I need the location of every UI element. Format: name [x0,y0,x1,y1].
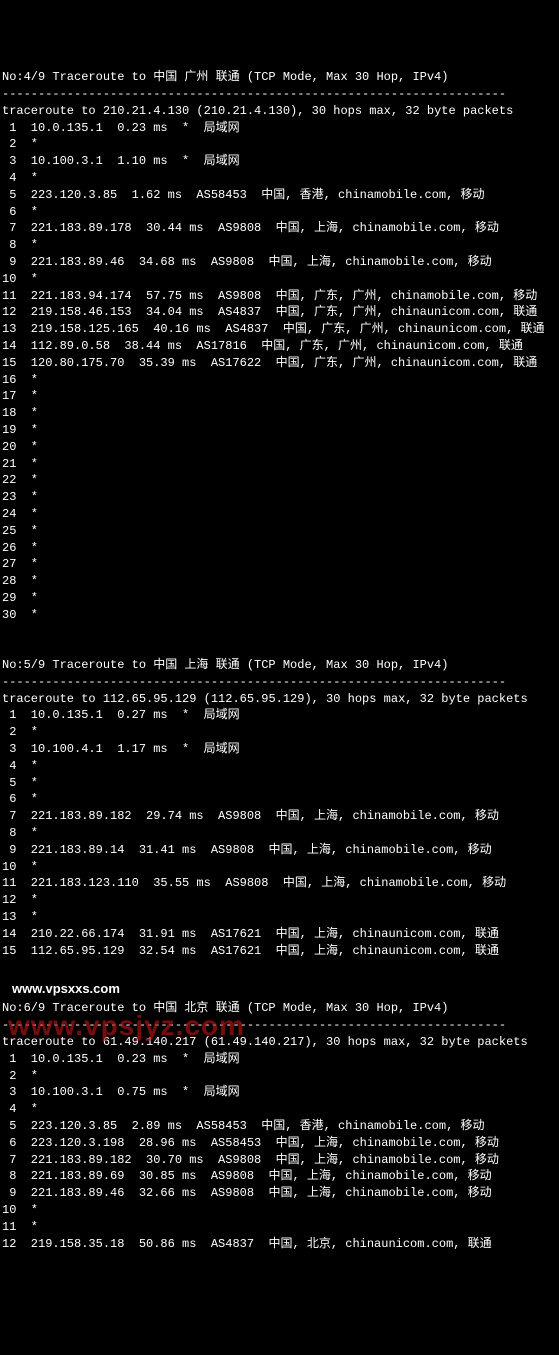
hop-line: 11 * [2,1219,557,1236]
hop-line: 27 * [2,556,557,573]
hop-line: 15 112.65.95.129 32.54 ms AS17621 中国, 上海… [2,943,557,960]
trace-header: No:4/9 Traceroute to 中国 广州 联通 (TCP Mode,… [2,69,557,86]
hop-line: 6 * [2,791,557,808]
blank-line [2,640,557,657]
watermark-text: www.vpsxxs.com [2,976,557,1000]
hop-line: 2 * [2,1068,557,1085]
hop-line: 8 * [2,825,557,842]
hop-line: 7 221.183.89.182 29.74 ms AS9808 中国, 上海,… [2,808,557,825]
hop-line: 4 * [2,1101,557,1118]
hop-line: 2 * [2,136,557,153]
hop-line: 14 210.22.66.174 31.91 ms AS17621 中国, 上海… [2,926,557,943]
hop-line: 21 * [2,456,557,473]
hop-line: 6 * [2,204,557,221]
hop-line: 9 221.183.89.46 32.66 ms AS9808 中国, 上海, … [2,1185,557,1202]
hop-line: 7 221.183.89.182 30.70 ms AS9808 中国, 上海,… [2,1152,557,1169]
hop-line: 7 221.183.89.178 30.44 ms AS9808 中国, 上海,… [2,220,557,237]
hop-line: 1 10.0.135.1 0.23 ms * 局域网 [2,120,557,137]
watermark-overlay: www.vpsjyz.com [8,1006,245,1045]
dash-line: ----------------------------------------… [2,86,557,103]
hop-line: 24 * [2,506,557,523]
hop-line: 10 * [2,271,557,288]
hop-line: 30 * [2,607,557,624]
hop-line: 11 221.183.94.174 57.75 ms AS9808 中国, 广东… [2,288,557,305]
hop-line: 14 112.89.0.58 38.44 ms AS17816 中国, 广东, … [2,338,557,355]
blank-line [2,959,557,976]
hop-line: 26 * [2,540,557,557]
hop-line: 1 10.0.135.1 0.23 ms * 局域网 [2,1051,557,1068]
hop-line: 29 * [2,590,557,607]
trace-target: traceroute to 210.21.4.130 (210.21.4.130… [2,103,557,120]
hop-line: 5 223.120.3.85 1.62 ms AS58453 中国, 香港, c… [2,187,557,204]
trace-target: traceroute to 112.65.95.129 (112.65.95.1… [2,691,557,708]
hop-line: 22 * [2,472,557,489]
hop-line: 5 * [2,775,557,792]
blank-line [2,623,557,640]
hop-line: 9 221.183.89.46 34.68 ms AS9808 中国, 上海, … [2,254,557,271]
hop-line: 4 * [2,170,557,187]
hop-line: 3 10.100.3.1 1.10 ms * 局域网 [2,153,557,170]
terminal-output: No:4/9 Traceroute to 中国 广州 联通 (TCP Mode,… [2,69,557,1252]
hop-line: 23 * [2,489,557,506]
hop-line: 9 221.183.89.14 31.41 ms AS9808 中国, 上海, … [2,842,557,859]
hop-line: 3 10.100.4.1 1.17 ms * 局域网 [2,741,557,758]
hop-line: 17 * [2,388,557,405]
hop-line: 12 219.158.46.153 34.04 ms AS4837 中国, 广东… [2,304,557,321]
hop-line: 6 223.120.3.198 28.96 ms AS58453 中国, 上海,… [2,1135,557,1152]
hop-line: 28 * [2,573,557,590]
hop-line: 12 * [2,892,557,909]
trace-header: No:5/9 Traceroute to 中国 上海 联通 (TCP Mode,… [2,657,557,674]
hop-line: 1 10.0.135.1 0.27 ms * 局域网 [2,707,557,724]
hop-line: 19 * [2,422,557,439]
hop-line: 10 * [2,859,557,876]
hop-line: 13 * [2,909,557,926]
hop-line: 5 223.120.3.85 2.89 ms AS58453 中国, 香港, c… [2,1118,557,1135]
hop-line: 20 * [2,439,557,456]
hop-line: 2 * [2,724,557,741]
hop-line: 16 * [2,372,557,389]
hop-line: 13 219.158.125.165 40.16 ms AS4837 中国, 广… [2,321,557,338]
hop-line: 15 120.80.175.70 35.39 ms AS17622 中国, 广东… [2,355,557,372]
hop-line: 12 219.158.35.18 50.86 ms AS4837 中国, 北京,… [2,1236,557,1253]
hop-line: 11 221.183.123.110 35.55 ms AS9808 中国, 上… [2,875,557,892]
hop-line: 8 * [2,237,557,254]
hop-line: 10 * [2,1202,557,1219]
hop-line: 18 * [2,405,557,422]
dash-line: ----------------------------------------… [2,674,557,691]
hop-line: 3 10.100.3.1 0.75 ms * 局域网 [2,1084,557,1101]
hop-line: 8 221.183.89.69 30.85 ms AS9808 中国, 上海, … [2,1168,557,1185]
hop-line: 25 * [2,523,557,540]
hop-line: 4 * [2,758,557,775]
